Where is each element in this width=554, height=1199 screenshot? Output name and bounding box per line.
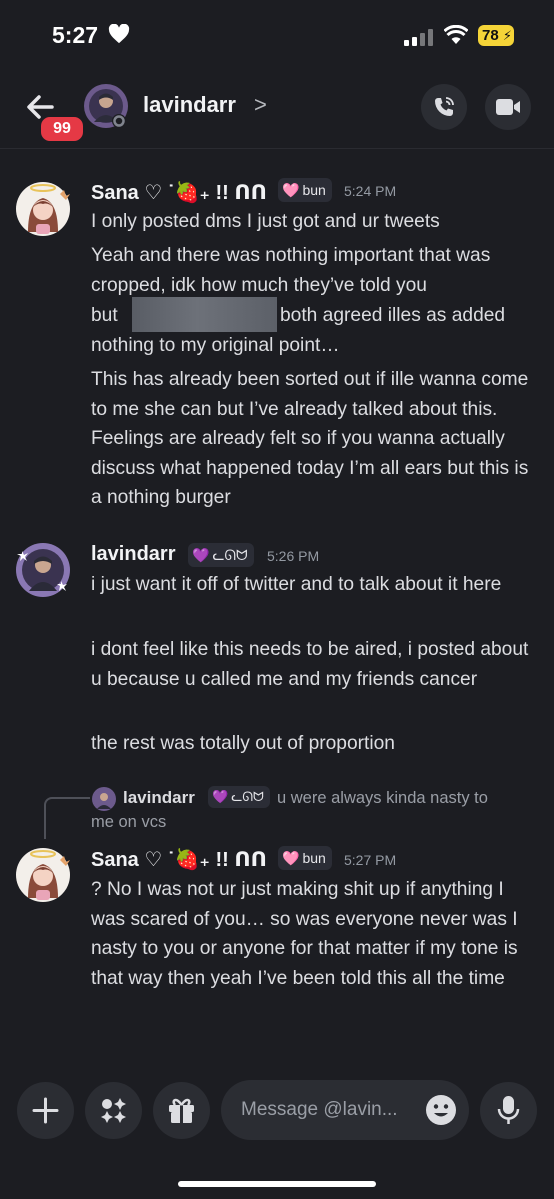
server-tag[interactable]: 💜 ᓚᘏᗢ — [188, 543, 254, 567]
battery-indicator: 78 ⚡ — [478, 25, 514, 46]
message-paragraph: the rest was totally out of proportion — [91, 733, 395, 754]
reply-author[interactable]: lavindarr — [123, 788, 195, 808]
reply-connector — [44, 797, 90, 839]
message-paragraph: i dont feel like this needs to be aired,… — [91, 639, 529, 690]
video-camera-icon — [496, 99, 520, 115]
message-paragraph: Yeah and there was nothing important tha… — [91, 245, 491, 296]
avatar[interactable] — [92, 787, 116, 811]
message-timestamp: 5:27 PM — [344, 852, 397, 868]
chevron-right-icon[interactable]: > — [254, 92, 267, 118]
status-time: 5:27 — [52, 22, 99, 48]
message-author[interactable]: Sana ♡ ˙🍓₊ !! ᑎᑎ — [91, 180, 267, 205]
message-paragraph: i just want it off of twitter and to tal… — [91, 574, 502, 595]
server-tag[interactable]: 🩷 bun — [278, 178, 332, 202]
add-attachment-button[interactable] — [17, 1082, 74, 1139]
pink-heart-icon: 🩷 — [282, 182, 300, 198]
wifi-icon — [444, 25, 468, 44]
message-paragraph: both agreed illes as added nothing to my… — [91, 305, 506, 356]
voice-call-button[interactable] — [421, 84, 467, 130]
voice-message-button[interactable] — [480, 1082, 537, 1139]
message-composer: Message @lavin... — [0, 1064, 554, 1199]
gift-icon — [169, 1098, 194, 1123]
avatar[interactable] — [14, 846, 72, 904]
plus-icon — [32, 1097, 59, 1124]
apps-button[interactable] — [85, 1082, 142, 1139]
page-title[interactable]: lavindarr — [143, 92, 236, 118]
sparkle-apps-icon — [101, 1098, 126, 1123]
video-call-button[interactable] — [485, 84, 531, 130]
message-paragraph: ? No I was not ur just making shit up if… — [91, 879, 518, 989]
purple-heart-icon: 💜 — [212, 789, 229, 804]
message-input-placeholder: Message @lavin... — [241, 1099, 398, 1120]
message-author[interactable]: lavindarr — [91, 543, 175, 566]
message-paragraph: This has already been sorted out if ille… — [91, 369, 529, 509]
chat-header: 99 lavindarr > — [0, 70, 554, 149]
reply-preview-text[interactable]: me on vcs — [91, 813, 166, 832]
home-indicator — [178, 1181, 376, 1187]
avatar[interactable] — [14, 180, 72, 238]
gift-button[interactable] — [153, 1082, 210, 1139]
message-paragraph: I only posted dms I just got and ur twee… — [91, 211, 440, 232]
message-author[interactable]: Sana ♡ ˙🍓₊ !! ᑎᑎ — [91, 847, 267, 872]
server-tag[interactable]: 🩷 bun — [278, 846, 332, 870]
message-timestamp: 5:26 PM — [267, 548, 320, 564]
emoji-smile-icon[interactable] — [425, 1094, 457, 1126]
heart-icon — [108, 24, 130, 44]
avatar[interactable] — [14, 541, 72, 599]
pink-heart-icon: 🩷 — [282, 850, 300, 866]
status-bar: 5:27 78 ⚡ — [0, 0, 554, 70]
cell-signal-icon — [404, 29, 434, 46]
message-timestamp: 5:24 PM — [344, 183, 397, 199]
microphone-icon — [497, 1096, 520, 1124]
server-tag[interactable]: 💜 ᓚᘏᗢ — [208, 786, 270, 808]
charging-bolt-icon: ⚡ — [502, 28, 512, 43]
purple-heart-icon: 💜 — [192, 547, 210, 563]
avatar[interactable] — [82, 82, 130, 130]
reply-preview-text[interactable]: u were always kinda nasty to — [277, 789, 488, 808]
unread-count-badge: 99 — [38, 114, 86, 144]
phone-call-icon — [435, 97, 454, 116]
message-input[interactable]: Message @lavin... — [221, 1080, 469, 1140]
